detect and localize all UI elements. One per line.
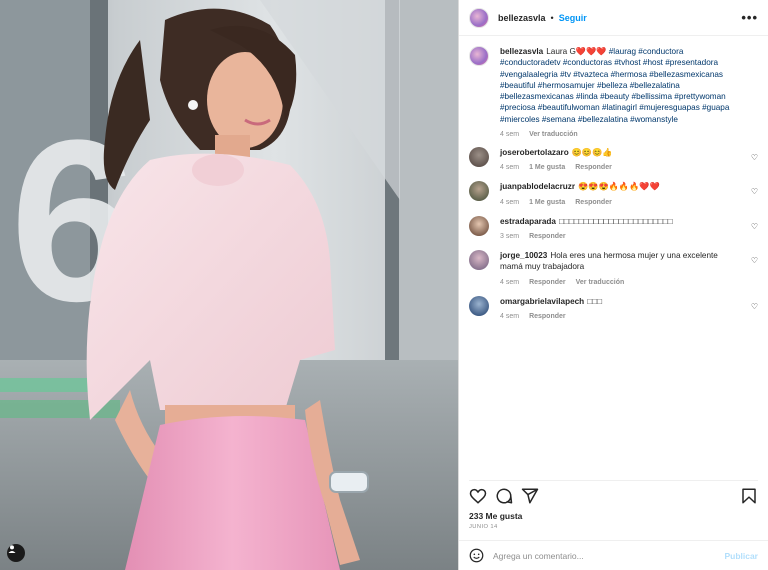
like-heart-icon[interactable] <box>469 487 487 505</box>
photo-illustration: 6 <box>0 0 458 570</box>
separator-dot: • <box>550 12 554 23</box>
post-photo[interactable]: 6 <box>0 0 458 570</box>
comment-time[interactable]: 4 sem <box>500 313 519 320</box>
post-side-panel: bellezasvla • Seguir ••• bellezasvla Laur… <box>458 0 768 570</box>
reply-button[interactable]: Responder <box>575 164 612 171</box>
add-comment-bar: Publicar <box>459 540 768 570</box>
post-header: bellezasvla • Seguir ••• <box>459 0 768 36</box>
comment-time[interactable]: 4 sem <box>500 199 519 206</box>
caption-translate[interactable]: Ver traducción <box>529 131 578 138</box>
reply-button[interactable]: Responder <box>529 233 566 240</box>
comment-time[interactable]: 4 sem <box>500 279 519 286</box>
emoji-icon[interactable] <box>469 548 484 563</box>
author-username[interactable]: bellezasvla <box>498 13 546 23</box>
comment-username[interactable]: joserobertolazaro <box>500 148 569 157</box>
comment: joserobertolazaro 😊😊😊👍 4 sem 1 Me gusta R… <box>469 147 758 171</box>
caption-avatar[interactable] <box>469 46 489 66</box>
comment-bubble-icon[interactable] <box>495 487 513 505</box>
caption-title: Laura G <box>546 47 576 56</box>
comment-username[interactable]: omargabrielavilapech <box>500 297 584 306</box>
comment-like-heart-icon[interactable]: ♡ <box>751 222 758 231</box>
follow-button[interactable]: Seguir <box>559 13 587 23</box>
comment-avatar[interactable] <box>469 181 489 202</box>
action-bar <box>469 480 758 504</box>
caption-username[interactable]: bellezasvla <box>500 47 543 56</box>
post-modal: 6 bellezasvla • Seguir ••• bellezasvla L… <box>0 0 768 570</box>
comment-likes[interactable]: 1 Me gusta <box>529 199 565 206</box>
comment-avatar[interactable] <box>469 295 489 316</box>
comment-username[interactable]: jorge_10023 <box>500 251 547 260</box>
comment-translate[interactable]: Ver traducción <box>576 279 625 286</box>
reply-button[interactable]: Responder <box>575 199 612 206</box>
comment-text: □□□□□□□□□□□□□□□□□□□□□□□ <box>558 216 673 226</box>
save-bookmark-icon[interactable] <box>740 487 758 505</box>
reply-button[interactable]: Responder <box>529 279 566 286</box>
comment-text: 😊😊😊👍 <box>571 148 613 158</box>
publish-button[interactable]: Publicar <box>724 551 758 561</box>
comment-time[interactable]: 4 sem <box>500 164 519 171</box>
caption-hashtags[interactable]: #laurag #conductora #conductoradetv #con… <box>500 47 729 124</box>
caption-time[interactable]: 4 sem <box>500 131 519 138</box>
more-options-icon[interactable]: ••• <box>741 10 758 25</box>
tagged-user-icon[interactable] <box>7 544 25 562</box>
person-icon <box>8 545 16 553</box>
comment-avatar[interactable] <box>469 147 489 168</box>
comment-text: □□□ <box>587 296 603 306</box>
post-date: JUNIO 14 <box>469 524 498 530</box>
comment: estradaparada □□□□□□□□□□□□□□□□□□□□□□□ 3 s… <box>469 215 758 240</box>
caption-meta: 4 sem Ver traducción <box>500 131 742 138</box>
caption-text: bellezasvla Laura G❤️❤️❤️ #laurag #conduc… <box>500 46 742 125</box>
comment-text: 😍😍😍🔥🔥🔥❤️❤️ <box>578 182 660 192</box>
comment-like-heart-icon[interactable]: ♡ <box>751 302 758 311</box>
comment-time[interactable]: 3 sem <box>500 233 519 240</box>
comment-like-heart-icon[interactable]: ♡ <box>751 153 758 162</box>
comment-avatar[interactable] <box>469 249 489 270</box>
share-paper-plane-icon[interactable] <box>521 487 539 505</box>
comment-username[interactable]: estradaparada <box>500 217 556 226</box>
comment-input[interactable] <box>493 550 725 561</box>
reply-button[interactable]: Responder <box>529 313 566 320</box>
comment: juanpablodelacruzr 😍😍😍🔥🔥🔥❤️❤️ 4 sem 1 Me … <box>469 181 758 206</box>
comment: jorge_10023 Hola eres una hermosa mujer y… <box>469 249 758 286</box>
comment-avatar[interactable] <box>469 215 489 236</box>
caption-hearts: ❤️❤️❤️ <box>575 47 607 56</box>
caption: bellezasvla Laura G❤️❤️❤️ #laurag #conduc… <box>469 46 758 138</box>
author-avatar[interactable] <box>469 7 489 28</box>
comments-list[interactable]: bellezasvla Laura G❤️❤️❤️ #laurag #conduc… <box>459 40 768 472</box>
comment: omargabrielavilapech □□□ 4 sem Responder … <box>469 295 758 320</box>
comment-like-heart-icon[interactable]: ♡ <box>751 256 758 265</box>
comment-like-heart-icon[interactable]: ♡ <box>751 187 758 196</box>
comment-username[interactable]: juanpablodelacruzr <box>500 182 575 191</box>
likes-count[interactable]: 233 Me gusta <box>469 511 522 521</box>
comment-likes[interactable]: 1 Me gusta <box>529 164 565 171</box>
